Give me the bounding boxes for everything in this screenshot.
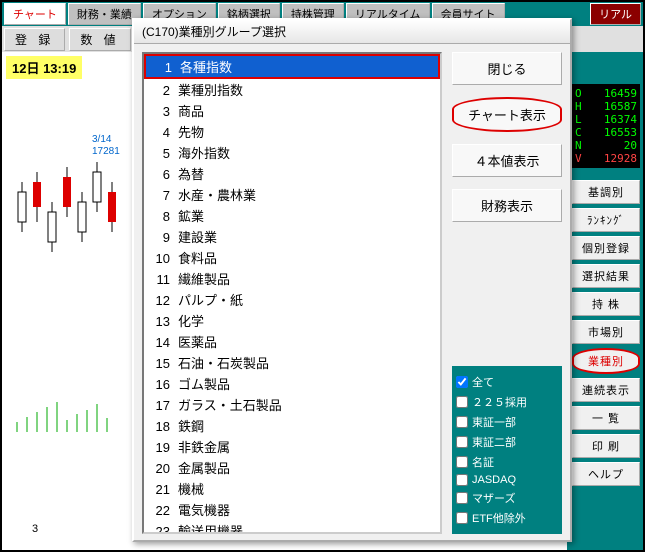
quote-row: C16553 [575, 126, 637, 139]
four-value-button[interactable]: ４本値表示 [452, 144, 562, 177]
list-item[interactable]: 4先物 [144, 121, 440, 142]
dialog-title: (C170)業種別グループ選択 [134, 20, 570, 44]
filter-check-4[interactable]: 名証 [456, 452, 558, 472]
tab-chart[interactable]: チャート [4, 3, 66, 25]
chart-display-button[interactable]: チャート表示 [452, 97, 562, 132]
quote-row: O16459 [575, 87, 637, 100]
filter-check-1[interactable]: ２２５採用 [456, 392, 558, 412]
sidebar-btn-9[interactable]: 印 刷 [572, 434, 640, 458]
industry-group-dialog: (C170)業種別グループ選択 1各種指数2業種別指数3商品4先物5海外指数6為… [132, 18, 572, 542]
quote-row: V12928 [575, 152, 637, 165]
sidebar-btn-10[interactable]: ヘルプ [572, 462, 640, 486]
sidebar-btn-7[interactable]: 連続表示 [572, 378, 640, 402]
tab-financials[interactable]: 財務・業績 [68, 3, 141, 25]
filter-check-5[interactable]: JASDAQ [456, 472, 558, 488]
sidebar-btn-8[interactable]: 一 覧 [572, 406, 640, 430]
quote-row: N20 [575, 139, 637, 152]
list-item[interactable]: 20金属製品 [144, 457, 440, 478]
filter-checkboxes: 全て２２５採用東証一部東証二部名証JASDAQマザーズETF他除外 [452, 366, 562, 534]
list-item[interactable]: 12パルプ・紙 [144, 289, 440, 310]
list-item[interactable]: 15石油・石炭製品 [144, 352, 440, 373]
list-item[interactable]: 5海外指数 [144, 142, 440, 163]
candlestick-chart: 3/14 17281 3 [2, 82, 132, 542]
sidebar-btn-5[interactable]: 市場別 [572, 320, 640, 344]
list-item[interactable]: 3商品 [144, 100, 440, 121]
list-item[interactable]: 13化学 [144, 310, 440, 331]
sidebar-btn-6[interactable]: 業種別 [572, 348, 640, 374]
sidebar-btn-1[interactable]: ﾗﾝｷﾝｸﾞ [572, 208, 640, 232]
sidebar-btn-3[interactable]: 選択結果 [572, 264, 640, 288]
list-item[interactable]: 23輸送用機器 [144, 520, 440, 534]
svg-text:3/14: 3/14 [92, 134, 112, 145]
svg-text:3: 3 [32, 523, 38, 535]
sidebar-btn-2[interactable]: 個別登録 [572, 236, 640, 260]
list-item[interactable]: 1各種指数 [144, 54, 440, 79]
list-item[interactable]: 9建設業 [144, 226, 440, 247]
sidebar-btn-0[interactable]: 基調別 [572, 180, 640, 204]
list-item[interactable]: 16ゴム製品 [144, 373, 440, 394]
list-item[interactable]: 11繊維製品 [144, 268, 440, 289]
filter-check-0[interactable]: 全て [456, 372, 558, 392]
tab-real[interactable]: リアル [590, 3, 641, 25]
quote-box: O16459H16587L16374C16553N20V12928 [572, 84, 640, 168]
list-item[interactable]: 2業種別指数 [144, 79, 440, 100]
financial-display-button[interactable]: 財務表示 [452, 189, 562, 222]
list-item[interactable]: 7水産・農林業 [144, 184, 440, 205]
quote-row: H16587 [575, 100, 637, 113]
list-item[interactable]: 14医薬品 [144, 331, 440, 352]
quote-row: L16374 [575, 113, 637, 126]
values-button[interactable]: 数 値 [69, 28, 130, 51]
industry-listbox[interactable]: 1各種指数2業種別指数3商品4先物5海外指数6為替7水産・農林業8鉱業9建設業1… [142, 52, 442, 534]
list-item[interactable]: 10食料品 [144, 247, 440, 268]
sidebar: O16459H16587L16374C16553N20V12928 基調別 ﾗﾝ… [569, 52, 643, 550]
close-button[interactable]: 閉じる [452, 52, 562, 85]
list-item[interactable]: 6為替 [144, 163, 440, 184]
svg-text:17281: 17281 [92, 146, 120, 157]
list-item[interactable]: 17ガラス・土石製品 [144, 394, 440, 415]
list-item[interactable]: 19非鉄金属 [144, 436, 440, 457]
filter-check-2[interactable]: 東証一部 [456, 412, 558, 432]
sidebar-btn-4[interactable]: 持 株 [572, 292, 640, 316]
timestamp: 12日 13:19 [6, 56, 82, 79]
register-button[interactable]: 登 録 [4, 28, 65, 51]
list-item[interactable]: 21機械 [144, 478, 440, 499]
list-item[interactable]: 8鉱業 [144, 205, 440, 226]
filter-check-7[interactable]: ETF他除外 [456, 508, 558, 528]
list-item[interactable]: 18鉄鋼 [144, 415, 440, 436]
list-item[interactable]: 22電気機器 [144, 499, 440, 520]
filter-check-6[interactable]: マザーズ [456, 488, 558, 508]
filter-check-3[interactable]: 東証二部 [456, 432, 558, 452]
